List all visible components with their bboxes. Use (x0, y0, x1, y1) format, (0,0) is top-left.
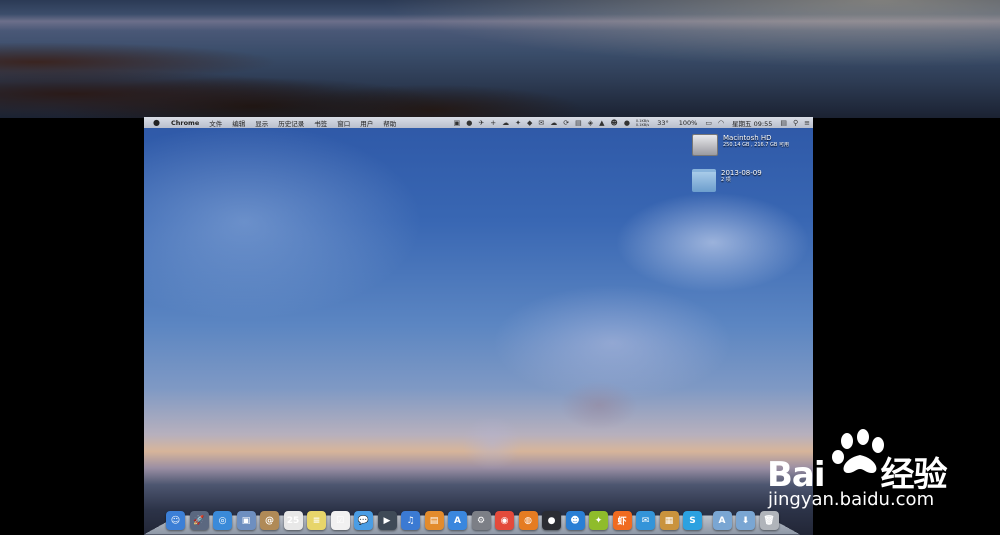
battery-icon[interactable]: ▭ (702, 119, 715, 127)
battery[interactable]: 100% (674, 119, 703, 127)
app-menu[interactable]: Chrome (166, 119, 204, 127)
contacts-icon[interactable]: @ (260, 511, 279, 530)
dropbox-status-icon[interactable]: ◆ (524, 119, 535, 127)
shield-status-icon[interactable]: ◈ (585, 119, 596, 127)
qq-icon[interactable]: ☻ (565, 511, 585, 530)
hd-info: 250.14 GB , 216.7 GB 可用 (723, 142, 789, 148)
watermark-url: jingyan.baidu.com (768, 489, 935, 510)
folder-name: 2013-08-09 (721, 169, 762, 177)
menu-bar: ● Chrome 文件 编辑 显示 历史记录 书签 窗口 用户 帮助 ▣ ● ✈… (144, 117, 813, 128)
calendar-icon[interactable]: 25 (283, 511, 303, 530)
finder-icon[interactable]: ☺ (166, 511, 185, 530)
menu-user[interactable]: 用户 (355, 118, 378, 128)
box-icon[interactable]: ▦ (659, 511, 679, 530)
skype-icon[interactable]: S (683, 511, 702, 530)
menu-history[interactable]: 历史记录 (273, 118, 309, 128)
hard-drive-icon (692, 134, 718, 156)
clock[interactable]: 星期五 09:55 (727, 118, 777, 128)
twitter-icon[interactable]: ✉ (636, 511, 655, 530)
menu-help[interactable]: 帮助 (378, 118, 401, 128)
wallpaper-backdrop (0, 0, 1000, 118)
facetime-icon[interactable]: ▶ (377, 511, 397, 530)
status-apple-icon[interactable]: ● (463, 119, 475, 127)
qq-status-icon[interactable]: ☻ (608, 119, 621, 127)
menu-edit[interactable]: 编辑 (227, 118, 250, 128)
chrome-icon[interactable]: ◉ (495, 511, 514, 530)
desktop-item-folder[interactable]: 2013-08-09 2 项 (692, 169, 762, 192)
messages-icon[interactable]: 💬 (354, 511, 373, 530)
cloud-status-icon[interactable]: ☁ (499, 119, 512, 127)
menu-file[interactable]: 文件 (204, 118, 227, 128)
backdrop-rocks (0, 38, 720, 118)
folder-icon (692, 169, 716, 192)
notes-icon[interactable]: ≡ (307, 511, 326, 530)
hd-name: Macintosh HD (723, 134, 772, 142)
temperature[interactable]: 33° (652, 119, 674, 127)
menu-window[interactable]: 窗口 (332, 118, 355, 128)
desktop-item-hd[interactable]: Macintosh HD 250.14 GB , 216.7 GB 可用 (692, 134, 789, 156)
status-area: ▣ ● ✈ + ☁ ✦ ◆ ✉ ☁ ⟳ ▤ ◈ ▲ ☻ ● 0.1KB/s 0.… (451, 118, 813, 128)
plus-status-icon[interactable]: + (487, 119, 499, 127)
notes-status-icon[interactable]: ▤ (777, 119, 790, 127)
apple-menu-icon[interactable]: ● (144, 118, 166, 127)
downloads-stack-icon[interactable]: ⬇ (736, 511, 755, 530)
sync-status-icon[interactable]: ⟳ (560, 119, 572, 127)
menu-bookmarks[interactable]: 书签 (309, 118, 332, 128)
mac-desktop: ● Chrome 文件 编辑 显示 历史记录 书签 窗口 用户 帮助 ▣ ● ✈… (144, 117, 813, 535)
dock: ☺ 🚀 ◎ ▣ @25 ≡ ☑ 💬 ▶ ♫ ▤ A ⚙ ◉ ◍ ● ☻ ✦ 虾 ✉ ▦ S A ⬇ 🗑 (166, 506, 783, 530)
folder-info: 2 项 (721, 177, 731, 183)
twitter-status-icon[interactable]: ✈ (475, 119, 487, 127)
lock-status-icon[interactable]: ▲ (596, 119, 607, 127)
preview-icon[interactable]: ▣ (236, 511, 256, 530)
reminders-icon[interactable]: ☑ (330, 511, 350, 530)
cloudapp-status-icon[interactable]: ☁ (547, 119, 560, 127)
growl-icon[interactable]: ● (542, 511, 561, 530)
spotlight-icon[interactable]: ⚲ (790, 119, 801, 127)
itunes-icon[interactable]: ♫ (401, 511, 420, 530)
appstore-icon[interactable]: A (448, 511, 467, 530)
menu-view[interactable]: 显示 (250, 118, 273, 128)
safari-icon[interactable]: ◎ (213, 511, 232, 530)
firefox-icon[interactable]: ◍ (518, 511, 538, 530)
ibooks-icon[interactable]: ▤ (424, 511, 444, 530)
wifi-icon[interactable]: ◠ (715, 119, 727, 127)
evernote-status-icon[interactable]: ✦ (512, 119, 524, 127)
applications-stack-icon[interactable]: A (712, 511, 732, 530)
dot-status-icon[interactable]: ● (621, 119, 633, 127)
network-speed: 0.1KB/s 0.1KB/s (635, 118, 650, 127)
notification-center-icon[interactable]: ≡ (801, 119, 813, 127)
baidu-watermark: Bai 经验 jingyan.baidu.com (760, 425, 1000, 515)
xiami-icon[interactable]: 虾 (612, 511, 632, 530)
bird-status-icon[interactable]: ✉ (535, 119, 547, 127)
evernote-icon[interactable]: ✦ (589, 511, 608, 530)
status-app-icon[interactable]: ▣ (451, 119, 464, 127)
launchpad-icon[interactable]: 🚀 (189, 511, 209, 530)
system-prefs-icon[interactable]: ⚙ (471, 511, 491, 530)
clipboard-status-icon[interactable]: ▤ (572, 119, 585, 127)
